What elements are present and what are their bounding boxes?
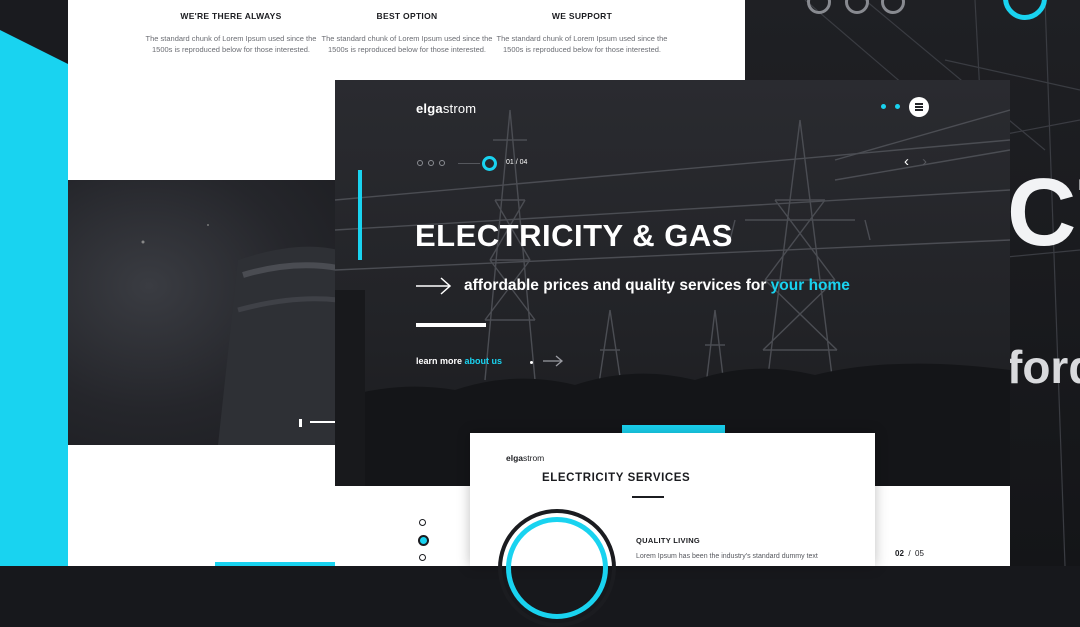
chevron-left-icon[interactable]: ‹ [904, 153, 909, 170]
services-card: elgastrom ELECTRICITY SERVICES QUALITY L… [470, 433, 875, 627]
feature-support: WE SUPPORT The standard chunk of Lorem I… [492, 11, 672, 55]
services-title: ELECTRICITY SERVICES [542, 472, 691, 484]
volume-icon[interactable] [299, 419, 302, 427]
accent-bar [358, 170, 362, 260]
services-divider [632, 496, 664, 498]
dot-icon [530, 361, 533, 364]
feature-text: The standard chunk of Lorem Ipsum used s… [321, 34, 493, 54]
slide-counter: 01 / 04 [506, 159, 528, 166]
slide-line [458, 163, 480, 164]
brand-logo[interactable]: elgastrom [416, 101, 476, 116]
hero-title: ELECTRICITY & GAS [415, 218, 733, 253]
feature-title: WE SUPPORT [551, 11, 613, 21]
menu-dot-icon [895, 104, 900, 109]
hero-subtitle: affordable prices and quality services f… [464, 277, 850, 295]
feature-text: The standard chunk of Lorem Ipsum used s… [145, 34, 317, 54]
page-separator: / [908, 549, 911, 558]
slide-dot-2[interactable] [428, 160, 434, 166]
learn-more-link[interactable]: learn more about us [416, 356, 502, 366]
arrow-right-small-icon[interactable] [542, 354, 564, 368]
bulb-icon [506, 517, 608, 619]
building-graphic [141, 224, 338, 445]
feature-title: BEST OPTION [376, 11, 438, 21]
background-big-letters: CT [1007, 159, 1080, 266]
learn-more-text: learn more [416, 356, 465, 366]
services-logo: elgastrom [506, 453, 544, 463]
back-bottom-area [68, 445, 338, 566]
logo-part-bold: elga [506, 453, 524, 463]
hamburger-icon[interactable] [909, 97, 929, 117]
section-dot-active[interactable] [418, 535, 429, 546]
volume-slider[interactable] [310, 421, 338, 423]
menu-dot-icon [881, 104, 886, 109]
slide-dot-3[interactable] [439, 160, 445, 166]
chevron-right-icon[interactable]: › [922, 153, 927, 170]
back-hero-photo [68, 180, 338, 445]
page-counter: 02 / 05 [895, 549, 924, 558]
service-item-title: QUALITY LIVING [636, 536, 701, 545]
hero-divider [416, 323, 486, 327]
page-total: 05 [915, 549, 924, 558]
section-dot-3[interactable] [419, 554, 426, 561]
back-cyan-strip [215, 562, 335, 566]
background-big-word: ford [1007, 341, 1080, 393]
background-cyan-shape [0, 30, 70, 566]
feature-title: WE'RE THERE ALWAYS [180, 11, 282, 21]
feature-best-option: BEST OPTION The standard chunk of Lorem … [317, 11, 497, 55]
arrow-right-icon [416, 277, 452, 295]
about-us-link[interactable]: about us [465, 356, 503, 366]
hero-subtitle-main: affordable prices and quality services f… [464, 277, 771, 294]
logo-part-regular: strom [442, 101, 477, 116]
logo-part-regular: strom [523, 453, 545, 463]
page-current: 02 [895, 549, 904, 558]
service-item-text: Lorem Ipsum has been the industry's stan… [636, 553, 818, 560]
section-dot-1[interactable] [419, 519, 426, 526]
slide-dot-active[interactable] [482, 156, 497, 171]
hero-subtitle-highlight: your home [770, 277, 850, 294]
logo-part-bold: elga [416, 101, 443, 116]
slide-dot-1[interactable] [417, 160, 423, 166]
feature-always: WE'RE THERE ALWAYS The standard chunk of… [141, 11, 321, 55]
feature-text: The standard chunk of Lorem Ipsum used s… [496, 34, 668, 54]
